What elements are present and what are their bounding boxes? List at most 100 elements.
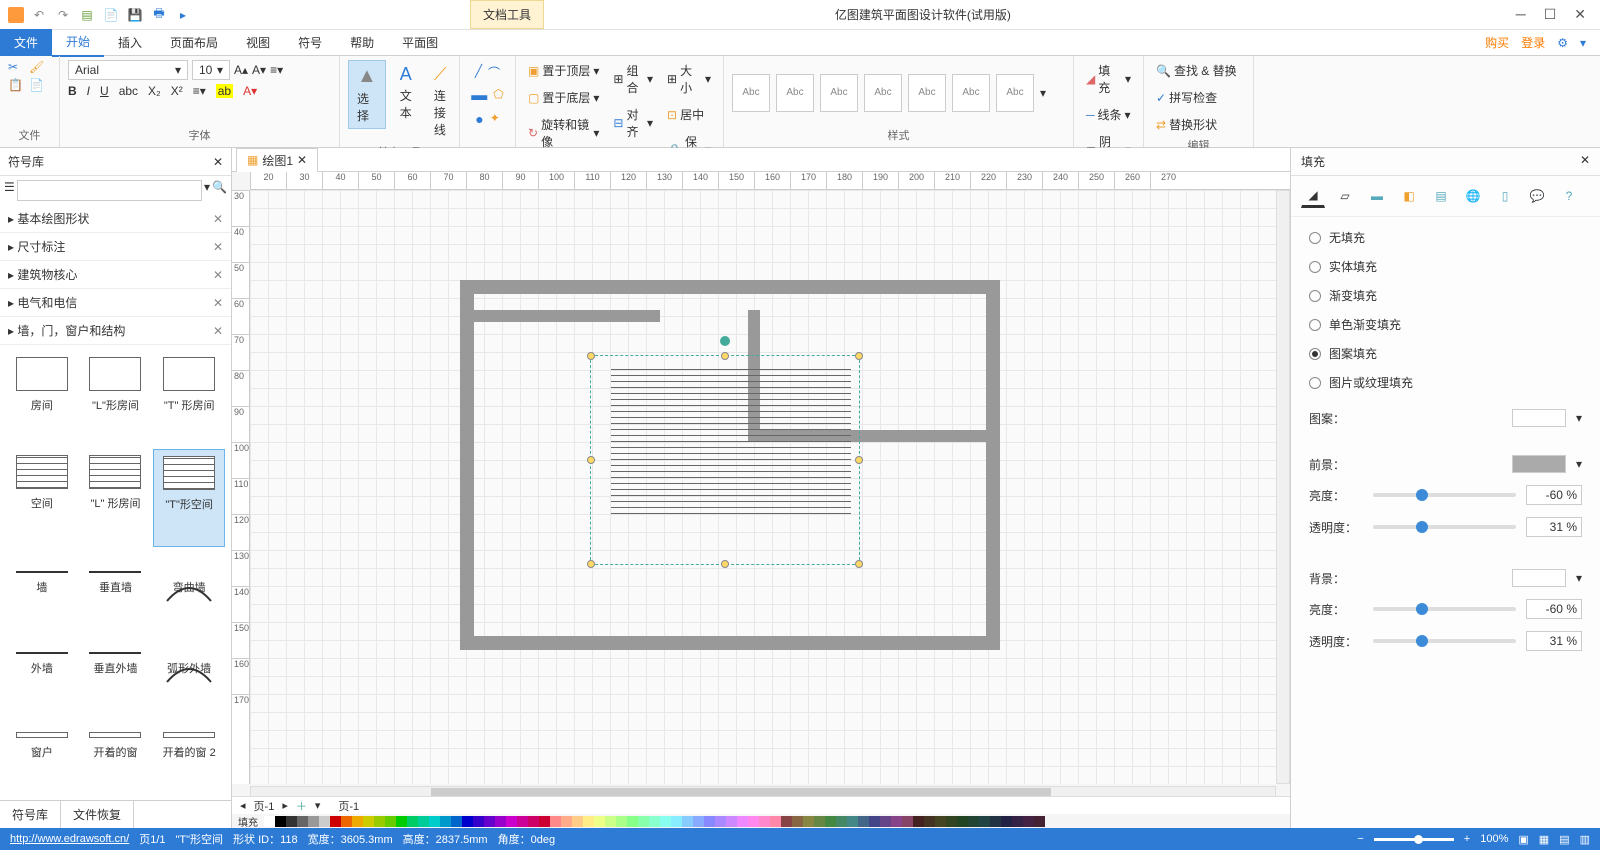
polygon-shape-icon[interactable]: ⬠ [493,87,503,105]
zoom-out-icon[interactable]: − [1357,833,1363,845]
color-swatch[interactable] [814,816,825,827]
menu-符号[interactable]: 符号 [284,29,336,56]
fill-radio-0[interactable]: 无填充 [1309,229,1582,246]
font-color-icon[interactable]: A▾ [243,84,257,98]
color-swatch[interactable] [1012,816,1023,827]
color-swatch[interactable] [473,816,484,827]
color-swatch[interactable] [990,816,1001,827]
fill-btn[interactable]: ◢填充▾ [1082,60,1135,98]
color-swatch[interactable] [572,816,583,827]
color-swatch[interactable] [506,816,517,827]
text-tool[interactable]: A文本 [392,60,420,125]
align-icon[interactable]: ≡▾ [270,63,283,77]
find-btn[interactable]: 🔍查找 & 替换 [1152,60,1241,81]
color-swatch[interactable] [319,816,330,827]
page-menu-icon[interactable]: ▾ [315,799,321,812]
shape-item[interactable]: 垂直墙 [80,549,152,629]
login-link[interactable]: 登录 [1517,34,1549,51]
help-icon[interactable]: ▾ [1576,36,1590,50]
category-item[interactable]: ▸ 基本绘图形状✕ [0,205,231,233]
color-swatch[interactable] [649,816,660,827]
fill-tab-icon[interactable]: ◢ [1301,184,1325,208]
decrease-font-icon[interactable]: A▾ [252,63,266,77]
undo-icon[interactable]: ↶ [30,6,48,24]
shape-item[interactable]: "L" 形房间 [80,449,152,547]
color-swatch[interactable] [462,816,473,827]
color-swatch[interactable] [847,816,858,827]
increase-font-icon[interactable]: A▴ [234,63,248,77]
shape-item[interactable]: "L"形房间 [80,351,152,447]
pattern-combo[interactable] [1512,409,1566,427]
color-swatch[interactable] [396,816,407,827]
color-swatch[interactable] [913,816,924,827]
copy-icon[interactable]: 📋 [8,78,23,92]
font-name-combo[interactable]: Arial▾ [68,60,188,80]
arc-shape-icon[interactable]: ⌒ [488,64,500,81]
center-btn[interactable]: ⊡居中 [663,104,715,125]
color-swatch[interactable] [451,816,462,827]
foreground-combo[interactable] [1512,455,1566,473]
view-mode-4-icon[interactable]: ▥ [1580,833,1590,846]
fill-radio-1[interactable]: 实体填充 [1309,258,1582,275]
color-swatch[interactable] [627,816,638,827]
menu-开始[interactable]: 开始 [52,28,104,57]
underline-icon[interactable]: U [100,84,109,98]
menu-插入[interactable]: 插入 [104,29,156,56]
view-mode-3-icon[interactable]: ▤ [1559,833,1569,846]
minimize-icon[interactable]: ─ [1516,6,1526,23]
rect-tab-icon[interactable]: ▬ [1365,184,1389,208]
color-swatch[interactable] [825,816,836,827]
layer-tab[interactable]: 页-1 [338,798,359,814]
shape-item[interactable]: 弧形外墙 [153,630,225,710]
rotate-handle[interactable] [720,336,730,346]
zoom-value[interactable]: 100% [1480,833,1508,845]
bullets-icon[interactable]: ≡▾ [193,84,206,98]
color-swatch[interactable] [264,816,275,827]
scrollbar-vertical[interactable] [1276,190,1290,784]
bring-front-btn[interactable]: ▣置于顶层▾ [524,60,603,81]
view-mode-2-icon[interactable]: ▦ [1539,833,1549,846]
group-btn[interactable]: ⊞组合▾ [609,60,657,98]
bg-transparency-slider[interactable] [1373,639,1516,643]
style-preset-0[interactable]: Abc [732,74,770,112]
color-swatch[interactable] [385,816,396,827]
menu-页面布局[interactable]: 页面布局 [156,29,232,56]
line-tab-icon[interactable]: ▱ [1333,184,1357,208]
transparency-slider[interactable] [1373,525,1516,529]
font-size-combo[interactable]: 10▾ [192,60,230,80]
sidebar-tab-recovery[interactable]: 文件恢复 [61,801,134,828]
line-btn[interactable]: ─线条▾ [1082,104,1135,125]
circle-shape-icon[interactable]: ● [475,111,483,127]
color-swatch[interactable] [583,816,594,827]
highlight-icon[interactable]: ab [216,84,233,98]
color-swatch[interactable] [781,816,792,827]
color-swatch[interactable] [605,816,616,827]
shape-item[interactable]: 房间 [6,351,78,447]
brightness-value[interactable]: -60 % [1526,485,1582,505]
format-painter-icon[interactable]: 🖌 [29,60,44,74]
selection-box[interactable] [590,355,860,565]
color-swatch[interactable] [495,816,506,827]
color-swatch[interactable] [693,816,704,827]
color-swatch[interactable] [935,816,946,827]
color-swatch[interactable] [407,816,418,827]
category-item[interactable]: ▸ 电气和电信✕ [0,289,231,317]
sidebar-close-icon[interactable]: ✕ [213,155,223,169]
line-shape-icon[interactable]: ╱ [475,64,482,81]
new-icon[interactable]: ▤ [78,6,96,24]
status-url[interactable]: http://www.edrawsoft.cn/ [10,833,129,845]
color-swatch[interactable] [418,816,429,827]
rect-shape-icon[interactable]: ▬ [471,87,487,105]
doc-tab[interactable]: ▦绘图1✕ [236,148,318,172]
tab-close-icon[interactable]: ✕ [297,153,307,167]
color-swatch[interactable] [308,816,319,827]
shape-item[interactable]: "T"形空间 [153,449,225,547]
shape-item[interactable]: 墙 [6,549,78,629]
style-preset-4[interactable]: Abc [908,74,946,112]
print-icon[interactable]: 🖶 [150,6,168,24]
paste-icon[interactable]: 📄 [29,78,44,92]
color-swatch[interactable] [1023,816,1034,827]
shape-item[interactable]: 开着的窗 [80,712,152,794]
shape-item[interactable]: 空间 [6,449,78,547]
color-swatch[interactable] [330,816,341,827]
